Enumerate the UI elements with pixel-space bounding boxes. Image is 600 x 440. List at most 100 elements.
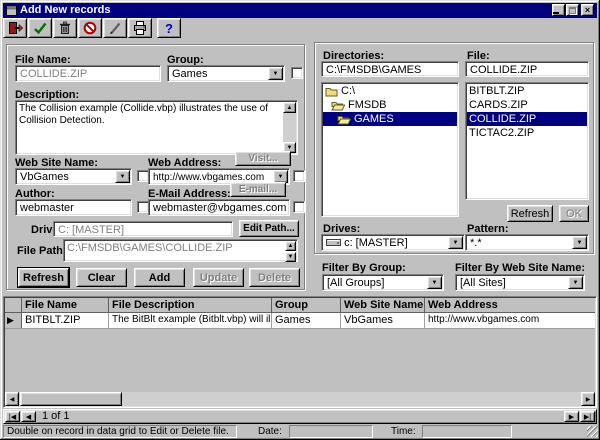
scroll-left-icon[interactable]: ◀ [5,392,19,406]
chevron-down-icon[interactable]: ▼ [268,67,283,80]
grid-horizontal-scrollbar[interactable]: ◀ ▶ [5,392,595,406]
directory-listbox[interactable]: C:\ FMSDB GAMES [321,82,459,217]
scroll-up-icon[interactable]: ▲ [283,102,296,113]
delete-button[interactable]: Delete [249,268,300,287]
visit-button[interactable]: Visit... [235,151,291,166]
record-navigator: |◀ ◀ 1 of 1 ▶ ▶| [3,409,597,424]
drive-icon [326,238,341,247]
group-combobox[interactable]: Games▼ [167,65,285,82]
chevron-down-icon[interactable]: ▼ [568,276,583,289]
next-record-icon: ▶ [569,413,574,421]
last-record-icon: ▶| [584,413,591,421]
list-item[interactable]: C:\ [323,84,457,98]
record-form-frame: File Name: COLLIDE.ZIP Group: Games▼ Des… [6,44,305,290]
grid-cell[interactable]: VbGames [341,313,425,328]
description-textarea[interactable]: The Collision example (Collide.vbp) illu… [15,100,298,155]
titlebar[interactable]: Add New records × [3,3,597,18]
email-input[interactable]: webmaster@vbgames.com [148,199,290,216]
grid-column-header[interactable]: File Description [109,298,272,312]
list-item[interactable]: TICTAC2.ZIP [467,126,587,140]
chevron-down-icon[interactable]: ▼ [115,170,130,183]
help-icon: ? [165,21,173,36]
web-site-name-combobox[interactable]: VbGames ▼ [15,168,132,185]
maximize-button[interactable] [566,4,579,16]
chevron-down-icon[interactable]: ▼ [448,236,463,249]
table-row[interactable]: ▶ BITBLT.ZIP The BitBlt example (Bitblt.… [5,313,595,329]
grid-cell[interactable]: Games [272,313,341,328]
file-path-input[interactable]: C:\FMSDB\GAMES\COLLIDE.ZIP ▲ ▼ [63,239,298,262]
pattern-combobox[interactable]: *.* ▼ [465,234,589,251]
last-record-button[interactable]: ▶| [580,411,595,422]
confirm-button[interactable] [28,18,52,38]
scroll-down-icon[interactable]: ▼ [285,252,296,262]
toolbar: ? [3,18,597,40]
file-name: CARDS.ZIP [469,99,528,111]
directory-name: GAMES [354,113,394,125]
list-item[interactable]: CARDS.ZIP [467,98,587,112]
edit-path-button[interactable]: Edit Path... [239,220,299,237]
close-button[interactable]: × [581,4,594,16]
email-button[interactable]: E-mail... [230,182,286,197]
list-item-selected[interactable]: COLLIDE.ZIP [467,112,587,126]
group-checkbox[interactable] [291,67,303,79]
previous-record-icon: ◀ [26,413,31,421]
exit-button[interactable] [3,18,27,38]
update-button[interactable]: Update [193,268,244,287]
description-scrollbar[interactable]: ▲ ▼ [283,102,296,153]
filter-by-group-combobox[interactable]: [All Groups] ▼ [322,274,444,291]
drives-combobox[interactable]: c: [MASTER] ▼ [321,234,465,251]
trash-icon [57,21,73,35]
email-checkbox[interactable] [293,201,305,213]
clear-button[interactable]: Clear [76,268,127,287]
chevron-down-icon[interactable]: ▼ [427,276,442,289]
file-input[interactable]: COLLIDE.ZIP [465,61,589,77]
data-grid[interactable]: File Name File Description Group Web Sit… [3,296,597,408]
drive-input[interactable]: C: [MASTER] [53,221,233,237]
grid-cell[interactable]: BITBLT.ZIP [22,313,109,328]
help-button[interactable]: ? [157,18,181,38]
minimize-button[interactable] [552,4,565,16]
resize-grip[interactable] [587,426,598,437]
filter-group-value: [All Groups] [327,277,384,289]
previous-record-button[interactable]: ◀ [21,411,36,422]
pattern-value: *.* [470,237,482,249]
file-path-scrollbar[interactable]: ▲ ▼ [285,241,296,260]
check-icon [32,21,48,35]
grid-header-row: File Name File Description Group Web Sit… [5,298,595,313]
grid-column-header[interactable]: File Name [22,298,109,312]
edit-button[interactable] [103,18,127,38]
list-item-selected[interactable]: GAMES [323,112,457,126]
filter-by-site-combobox[interactable]: [All Sites]▼ [455,274,585,291]
grid-column-header[interactable]: Web Site Name [341,298,425,312]
first-record-button[interactable]: |◀ [5,411,20,422]
directories-path-input[interactable]: C:\FMSDB\GAMES [321,61,459,77]
add-button[interactable]: Add [134,268,185,287]
list-item[interactable]: FMSDB [323,98,457,112]
refresh-form-button[interactable]: Refresh [18,268,69,287]
web-address-checkbox[interactable] [293,170,305,182]
delete-record-button[interactable] [53,18,77,38]
file-listbox[interactable]: BITBLT.ZIP CARDS.ZIP COLLIDE.ZIP TICTAC2… [465,82,589,200]
scroll-up-icon[interactable]: ▲ [285,241,296,251]
drives-value: c: [MASTER] [344,237,408,249]
grid-cell[interactable]: http://www.vbgames.com [425,313,595,328]
cancel-icon [82,21,98,35]
file-path-label: File Path: [17,245,67,257]
grid-cell[interactable]: The BitBlt example (Bitblt.vbp) will ill… [109,313,272,328]
chevron-down-icon[interactable]: ▼ [572,236,587,249]
grid-column-header[interactable]: Group [272,298,341,312]
print-button[interactable] [128,18,152,38]
grid-column-header[interactable]: Web Address [425,298,595,312]
next-record-button[interactable]: ▶ [564,411,579,422]
row-selector-cell[interactable]: ▶ [5,313,22,328]
maximize-icon [569,7,576,14]
web-site-name-value: VbGames [20,171,69,183]
file-name-input[interactable]: COLLIDE.ZIP [15,65,161,82]
author-input[interactable]: webmaster [15,199,132,216]
scrollbar-thumb[interactable] [20,392,122,406]
scroll-right-icon[interactable]: ▶ [581,392,595,406]
cancel-button[interactable] [78,18,102,38]
list-item[interactable]: BITBLT.ZIP [467,84,587,98]
browser-refresh-button[interactable]: Refresh [507,205,553,222]
browser-ok-button[interactable]: OK [559,205,589,222]
